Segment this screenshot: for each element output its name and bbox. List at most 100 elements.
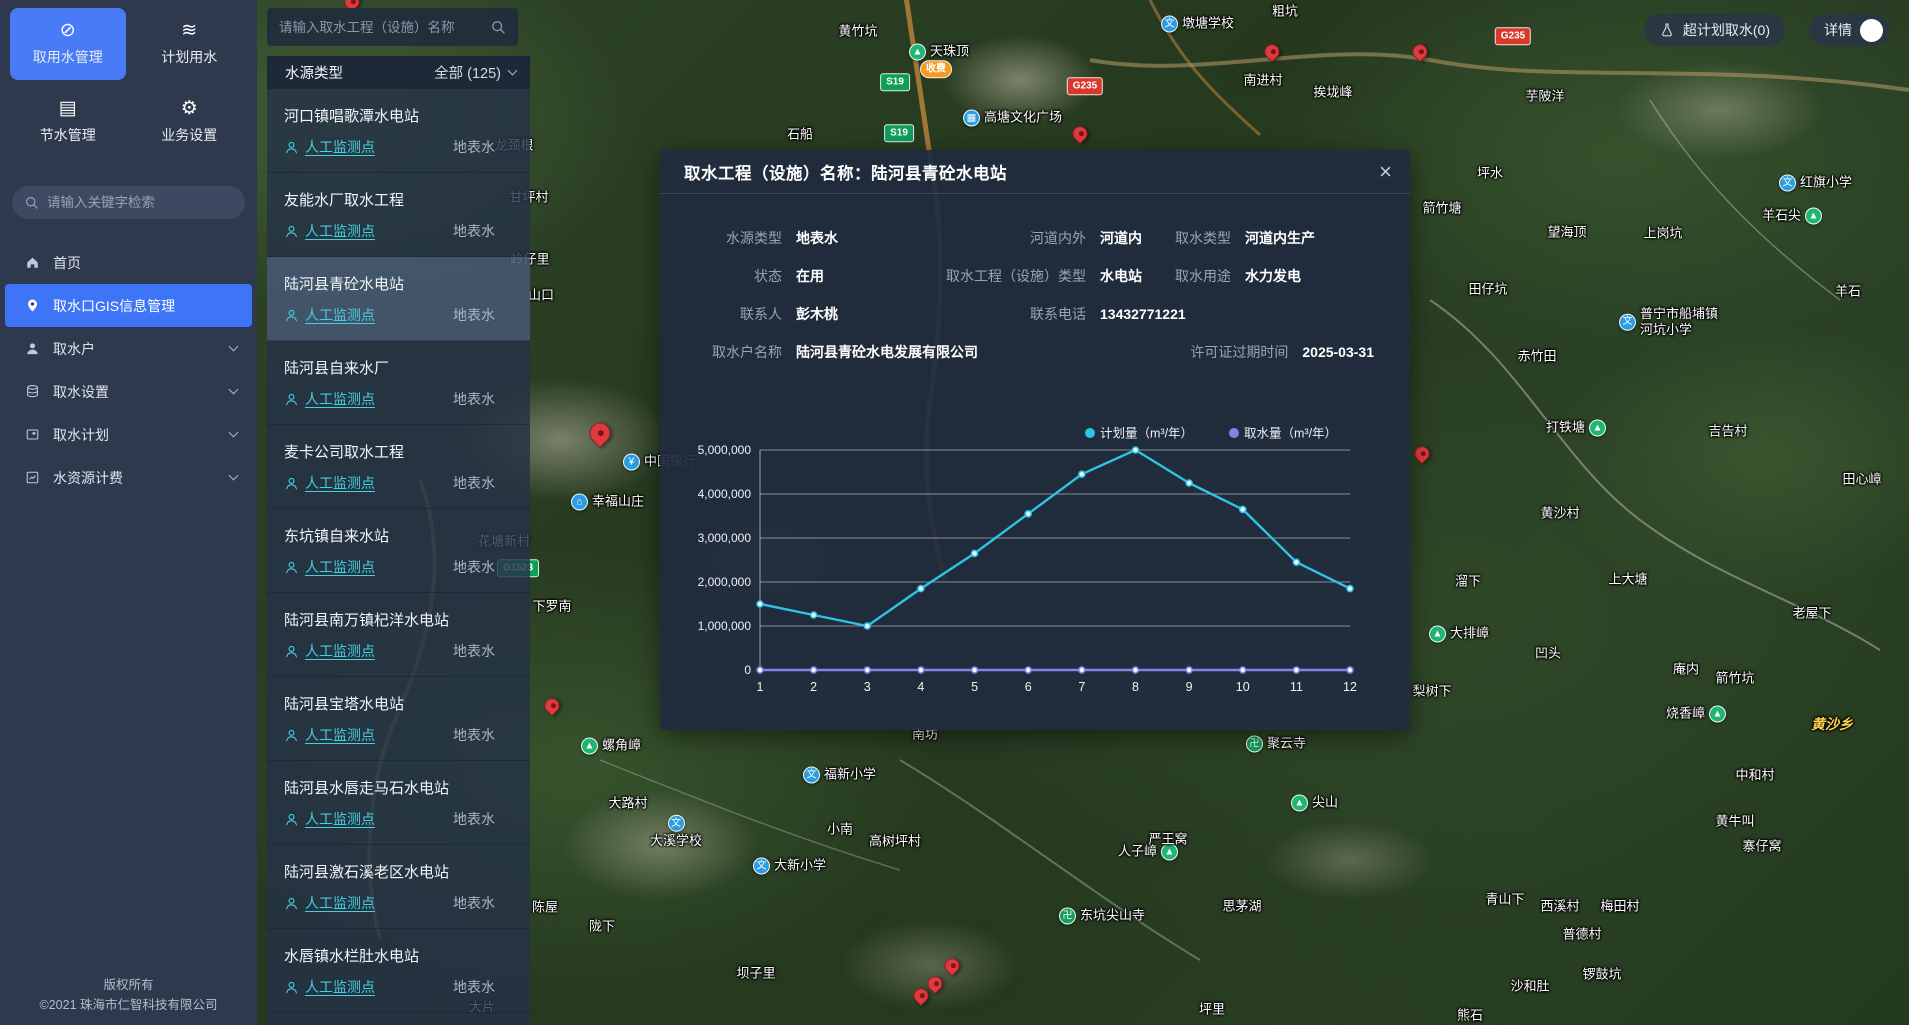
- water-source-type: 地表水: [453, 137, 495, 157]
- svg-text:8: 8: [1132, 680, 1139, 694]
- manual-monitor-link[interactable]: 人工监测点: [284, 137, 375, 157]
- map-label: 陇下: [589, 916, 615, 935]
- poi-icon: 文: [667, 815, 684, 832]
- sidebar-item-取水设置[interactable]: 取水设置: [5, 370, 252, 413]
- manual-monitor-link[interactable]: 人工监测点: [284, 641, 375, 661]
- person-icon: [284, 392, 299, 407]
- manual-monitor-link[interactable]: 人工监测点: [284, 725, 375, 745]
- location-pin-icon: [25, 298, 41, 313]
- station-list-item[interactable]: 陆河县宝塔水电站人工监测点地表水: [267, 677, 530, 761]
- app-window: 黄竹坑▲天珠顶S19收费G235G235石船S19▦高塘文化广场文墩塘学校粗坑南…: [0, 0, 1909, 1025]
- field-label: 取水户名称: [686, 342, 782, 362]
- station-name: 陆河县激石溪老区水电站: [284, 861, 495, 882]
- sidebar-item-取水户[interactable]: 取水户: [5, 327, 252, 370]
- sidebar-item-水资源计费[interactable]: 水资源计费: [5, 456, 252, 499]
- app-button-计划用水[interactable]: ≋计划用水: [132, 8, 248, 80]
- station-list-item[interactable]: 友能水厂取水工程人工监测点地表水: [267, 173, 530, 257]
- filter-label: 水源类型: [285, 62, 434, 83]
- map-poi: ▲螺角嶂: [581, 738, 641, 755]
- station-search[interactable]: [267, 8, 518, 46]
- map-marker-pin[interactable]: [928, 976, 943, 991]
- station-search-input[interactable]: [279, 20, 490, 35]
- station-list-item[interactable]: 陆河县青砼水电站人工监测点地表水: [267, 257, 530, 341]
- app-button-业务设置[interactable]: ⚙业务设置: [132, 86, 248, 158]
- svg-text:计划量（m³/年）: 计划量（m³/年）: [1100, 427, 1193, 441]
- field-value: 在用: [796, 266, 824, 286]
- person-icon: [284, 896, 299, 911]
- search-icon[interactable]: [490, 19, 506, 35]
- svg-text:12: 12: [1343, 680, 1357, 694]
- sidebar-item-取水口GIS信息管理[interactable]: 取水口GIS信息管理: [5, 284, 252, 327]
- sidebar-item-首页[interactable]: 首页: [5, 241, 252, 284]
- manual-monitor-link[interactable]: 人工监测点: [284, 977, 375, 997]
- map-label: 普德村: [1562, 924, 1601, 943]
- copyright-line1: 版权所有: [0, 975, 257, 995]
- svg-text:6: 6: [1025, 680, 1032, 694]
- water-source-type: 地表水: [453, 557, 495, 577]
- station-name: 陆河县青砼水电站: [284, 273, 495, 294]
- station-list-item[interactable]: 陆河县南万镇杞洋水电站人工监测点地表水: [267, 593, 530, 677]
- map-marker-pin[interactable]: [545, 698, 560, 713]
- map-poi: 卍聚云寺: [1246, 736, 1306, 753]
- station-list-item[interactable]: 河口镇唱歌潭水电站人工监测点地表水: [267, 89, 530, 173]
- station-list-item[interactable]: 陆河县激石溪老区水电站人工监测点地表水: [267, 845, 530, 929]
- map-label: 箭竹坑: [1715, 668, 1754, 687]
- map-marker-pin[interactable]: [945, 958, 960, 973]
- station-list-item[interactable]: 水唇镇水栏肚水电站人工监测点地表水: [267, 929, 530, 1013]
- intake-volume-chart: 5,000,0004,000,0003,000,0002,000,0001,00…: [698, 422, 1378, 722]
- sidebar-search[interactable]: [12, 186, 245, 219]
- station-name: 东坑镇自来水站: [284, 525, 495, 546]
- chevron-down-icon: [229, 342, 239, 352]
- poi-icon: ¥: [623, 454, 640, 471]
- map-marker-pin[interactable]: [590, 423, 611, 444]
- manual-monitor-link[interactable]: 人工监测点: [284, 809, 375, 829]
- station-list-item[interactable]: 东坑镇自来水站人工监测点 地表水: [267, 509, 530, 593]
- database-icon: [25, 384, 41, 399]
- manual-monitor-link[interactable]: 人工监测点: [284, 389, 375, 409]
- map-poi: 文普宁市船埔镇 河坑小学: [1619, 306, 1718, 339]
- detail-toggle[interactable]: 详情: [1809, 14, 1890, 46]
- billing-chart-icon: [25, 470, 41, 485]
- over-plan-intake-button[interactable]: 超计划取水(0): [1644, 14, 1785, 46]
- station-list-item[interactable]: 陆河县自来水厂人工监测点地表水: [267, 341, 530, 425]
- app-button-取用水管理[interactable]: ⊘取用水管理: [10, 8, 126, 80]
- map-label: 西溪村: [1540, 896, 1579, 915]
- svg-text:3: 3: [864, 680, 871, 694]
- poi-icon: 文: [1161, 16, 1178, 33]
- station-name: 陆河县水唇走马石水电站: [284, 777, 495, 798]
- map-marker-pin[interactable]: [1413, 44, 1428, 59]
- sidebar-item-取水计划[interactable]: 取水计划: [5, 413, 252, 456]
- field-value: 河道内生产: [1245, 228, 1315, 248]
- map-marker-pin[interactable]: [914, 988, 929, 1003]
- station-list-item[interactable]: 陆河县水唇走马石水电站人工监测点地表水: [267, 761, 530, 845]
- map-label: 严王窝: [1148, 829, 1187, 848]
- person-icon: [284, 308, 299, 323]
- mountain-icon: ▲: [581, 738, 598, 755]
- manual-monitor-link[interactable]: 人工监测点: [284, 221, 375, 241]
- field-value: 河道内: [1100, 228, 1142, 248]
- map-marker-pin[interactable]: [1415, 446, 1430, 461]
- app-button-节水管理[interactable]: ▤节水管理: [10, 86, 126, 158]
- map-marker-pin[interactable]: [1265, 44, 1280, 59]
- waves-icon: ≋: [181, 21, 197, 40]
- map-marker-pin[interactable]: [1073, 126, 1088, 141]
- station-list-item[interactable]: 麦卡公司取水工程人工监测点地表水: [267, 425, 530, 509]
- manual-monitor-link[interactable]: 人工监测点: [284, 473, 375, 493]
- manual-monitor-link[interactable]: 人工监测点: [284, 557, 375, 577]
- map-poi: 文大溪学校: [650, 815, 702, 849]
- svg-text:4: 4: [917, 680, 924, 694]
- person-icon: [284, 476, 299, 491]
- sidebar: ⊘取用水管理≋计划用水▤节水管理⚙业务设置 首页取水口GIS信息管理取水户取水设…: [0, 0, 257, 1025]
- manual-monitor-link[interactable]: 人工监测点: [284, 305, 375, 325]
- svg-text:4,000,000: 4,000,000: [698, 487, 751, 501]
- user-icon: [25, 341, 41, 356]
- mountain-icon: ▲: [1589, 420, 1606, 437]
- toggle-knob[interactable]: [1860, 19, 1883, 42]
- sidebar-search-input[interactable]: [47, 195, 217, 210]
- close-icon[interactable]: ×: [1379, 161, 1392, 183]
- svg-text:5,000,000: 5,000,000: [698, 443, 751, 457]
- manual-monitor-link[interactable]: 人工监测点: [284, 893, 375, 913]
- source-type-dropdown[interactable]: 全部 (125): [434, 62, 516, 83]
- mountain-icon: ▲: [1805, 208, 1822, 225]
- map-poi: ▲天珠顶: [909, 44, 969, 61]
